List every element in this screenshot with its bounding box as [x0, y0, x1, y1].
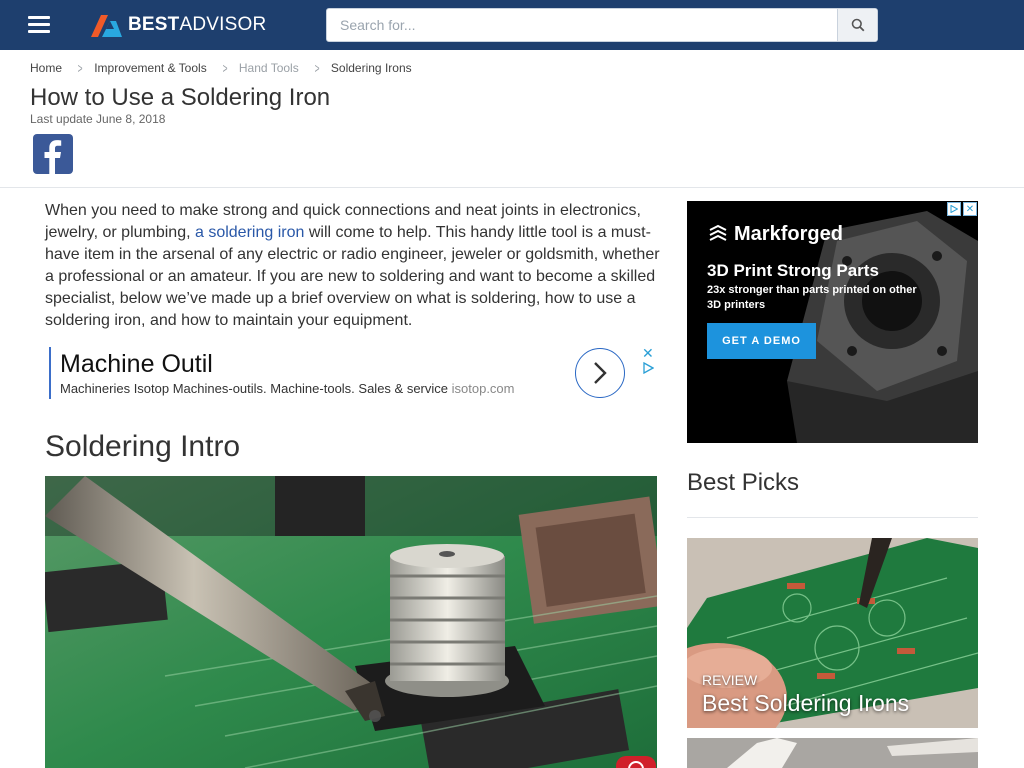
menu-icon[interactable]	[28, 14, 52, 34]
soldering-hero-image	[45, 476, 657, 768]
breadcrumb-improvement-tools[interactable]: Improvement & Tools	[94, 61, 207, 75]
best-pick-card-next[interactable]	[687, 738, 978, 768]
best-picks-heading: Best Picks	[687, 469, 800, 496]
best-pick-card[interactable]: REVIEW Best Soldering Irons	[687, 538, 978, 728]
pick-title[interactable]: Best Soldering Irons	[702, 690, 909, 717]
breadcrumb-home[interactable]: Home	[30, 61, 62, 75]
chevron-right-icon: >	[222, 60, 228, 76]
header-divider	[0, 187, 1024, 188]
pinterest-icon	[628, 761, 644, 768]
chevron-right-icon: >	[77, 60, 83, 76]
breadcrumb-soldering-irons[interactable]: Soldering Irons	[331, 61, 412, 75]
ad-description: Machineries Isotop Machines-outils. Mach…	[60, 381, 515, 396]
search-icon	[851, 18, 864, 32]
logo-mark-icon	[91, 15, 122, 37]
markforged-logo-icon	[709, 224, 727, 241]
facebook-share-button[interactable]	[33, 134, 73, 174]
top-navigation-bar: BESTADVISOR	[0, 0, 1024, 50]
text-ad[interactable]: Machine Outil Machineries Isotop Machine…	[45, 345, 657, 403]
ad-headline: 3D Print Strong Parts	[707, 261, 879, 280]
adchoices-icon[interactable]	[947, 202, 961, 216]
pinterest-save-button[interactable]	[616, 756, 656, 768]
tools-image	[687, 738, 978, 768]
chevron-right-icon: >	[314, 60, 320, 76]
breadcrumb-hand-tools[interactable]: Hand Tools	[239, 61, 299, 75]
ad-open-button[interactable]	[575, 348, 625, 398]
search-button[interactable]	[837, 9, 877, 41]
search-input[interactable]	[327, 9, 838, 41]
chevron-right-icon	[594, 362, 607, 384]
ad-subline: 23x stronger than parts printed on other…	[707, 284, 917, 311]
search-box	[326, 8, 878, 42]
best-picks-divider	[687, 517, 978, 518]
article-intro: When you need to make strong and quick c…	[45, 200, 660, 332]
ad-accent-bar	[49, 347, 51, 399]
last-update-date: Last update June 8, 2018	[30, 112, 166, 126]
ad-close-button[interactable]: ✕	[963, 202, 977, 216]
soldering-iron-link[interactable]: a soldering iron	[195, 224, 304, 241]
site-logo[interactable]: BESTADVISOR	[88, 10, 266, 40]
page-title: How to Use a Soldering Iron	[30, 84, 331, 111]
get-a-demo-button[interactable]: GET A DEMO	[707, 323, 816, 359]
logo-text: BESTADVISOR	[128, 14, 267, 35]
facebook-icon	[44, 140, 62, 174]
breadcrumb: Home > Improvement & Tools > Hand Tools …	[30, 60, 412, 76]
pick-tag: REVIEW	[702, 672, 758, 688]
ad-title[interactable]: Machine Outil	[60, 350, 213, 379]
adchoices-icon[interactable]	[642, 361, 655, 379]
markforged-display-ad[interactable]: Markforged 3D Print Strong Parts 23x str…	[687, 201, 978, 443]
markforged-logo: Markforged	[707, 223, 843, 246]
ad-close-button[interactable]: ✕	[642, 345, 654, 362]
ad-domain: isotop.com	[451, 381, 515, 396]
section-heading: Soldering Intro	[45, 430, 241, 463]
adchoices[interactable]: ✕	[945, 202, 977, 216]
